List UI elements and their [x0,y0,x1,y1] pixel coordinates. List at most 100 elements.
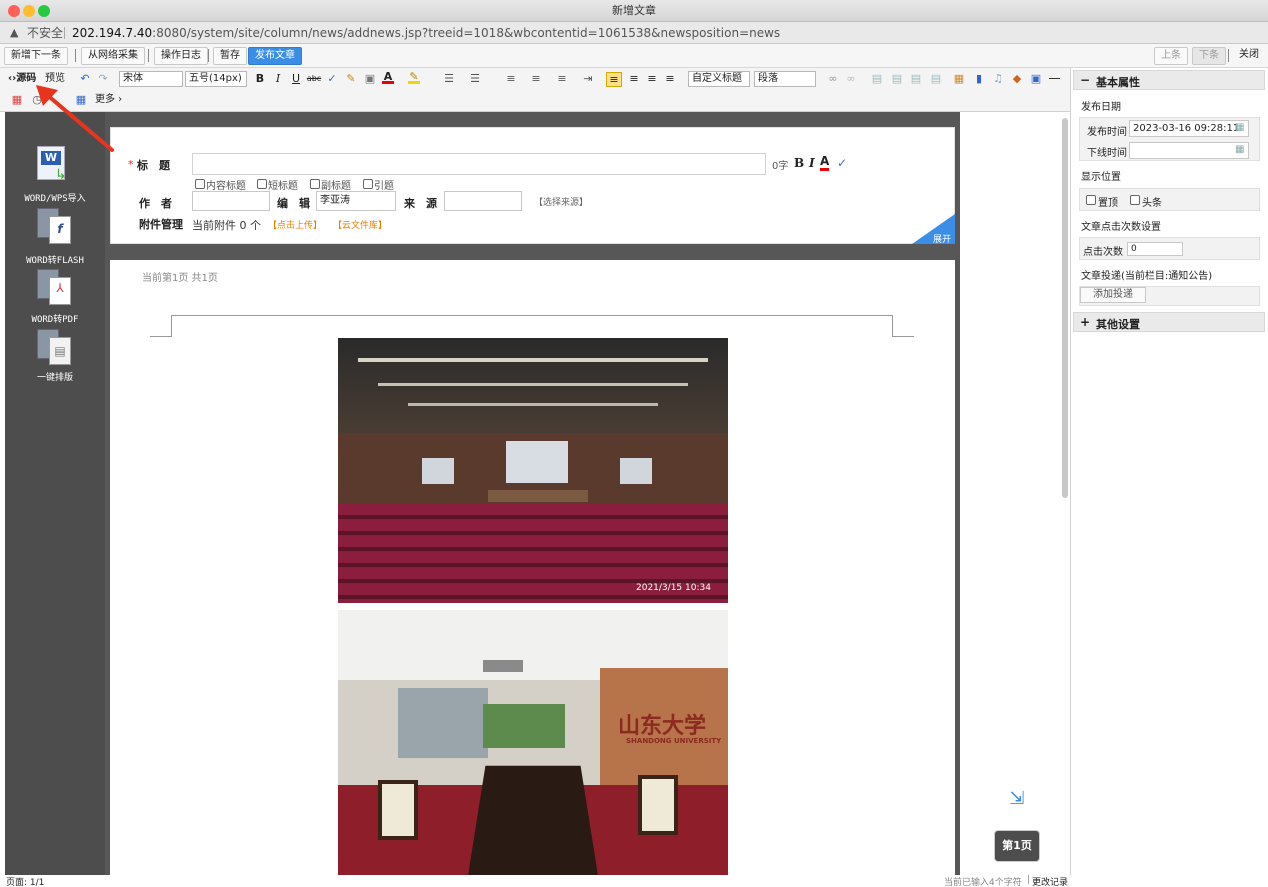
display-position-heading: 显示位置 [1081,172,1121,183]
photo-timestamp: 2021/3/15 10:34 [636,583,711,593]
clear-format-icon[interactable]: ▣ [364,73,376,85]
divider [75,49,76,62]
page-1-button[interactable]: 第1页 [994,830,1040,862]
calendar-icon[interactable]: ▦ [1235,122,1244,133]
bold-icon[interactable]: B [254,73,266,85]
title-color-icon[interactable]: A [820,155,830,171]
unordered-list-icon[interactable]: ☰ [469,73,481,85]
subtitle-checkbox[interactable] [310,179,320,189]
title-input[interactable] [192,153,766,175]
address-bar[interactable]: ▲ 不安全 202.194.7.40:8080/system/site/colu… [0,22,1268,44]
operation-log-button[interactable]: 操作日志 [154,47,208,65]
title-label: 标 题 [137,159,170,172]
minimize-window-icon[interactable] [23,5,35,17]
publish-time-input[interactable]: 2023-03-16 09:28:11 [1129,120,1249,137]
title-italic-icon[interactable]: I [809,156,815,170]
click-count-input[interactable]: 0 [1127,242,1183,256]
next-item-button[interactable]: 下条 [1192,47,1226,65]
publish-button[interactable]: 发布文章 [248,47,302,65]
font-color-icon[interactable]: A [382,70,394,84]
align-justify-icon[interactable]: ≡ [664,73,676,85]
pin-top-checkbox[interactable] [1086,195,1096,205]
close-button[interactable]: 关闭 [1233,47,1265,65]
add-next-button[interactable]: 新增下一条 [4,47,68,65]
word-to-flash-label: WORD转FLASH [26,256,84,266]
wall-lettering-sub: SHANDONG UNIVERSITY [626,737,722,745]
custom-title-select[interactable]: 自定义标题 [688,71,750,87]
title-spell-icon[interactable]: ✓ [837,156,847,170]
insert-map-icon[interactable]: ◆ [1011,73,1023,85]
underline-icon[interactable]: U [290,73,302,85]
warning-icon: ▲ [10,26,19,39]
title-bold-icon[interactable]: B [794,156,804,170]
paragraph-select[interactable]: 段落 [754,71,816,87]
insert-image-icon[interactable]: ▦ [953,73,965,85]
other-section-header[interactable]: + 其他设置 [1073,312,1265,332]
cloud-library-link[interactable]: 【云文件库】 [333,218,387,231]
row-spacing-top-icon[interactable]: ≡ [505,73,517,85]
upload-link[interactable]: 【点击上传】 [268,218,322,231]
insert-date-icon[interactable]: ▦ [11,94,23,106]
font-size-select[interactable]: 五号(14px) [185,71,247,87]
window-titlebar: 新增文章 [0,0,1268,22]
content-title-checkbox[interactable] [195,179,205,189]
align-right-icon[interactable]: ≡ [646,73,658,85]
change-log-link[interactable]: 更改记录 [1032,875,1068,887]
short-title-checkbox[interactable] [257,179,267,189]
divider [148,49,149,62]
unlink-icon[interactable]: ∞ [845,73,857,85]
row-spacing-bottom-icon[interactable]: ≡ [530,73,542,85]
insert-video-icon[interactable]: ▣ [1030,73,1042,85]
collapse-icon: − [1080,73,1091,87]
editor-scrollbar[interactable] [1062,118,1068,498]
close-window-icon[interactable] [8,5,20,17]
image-center-icon[interactable]: ▤ [910,73,922,85]
split-page-icon[interactable]: ⇲ [1006,788,1028,810]
char-status: 当前已输入4个字符 [944,878,1022,887]
source-input[interactable] [444,191,522,211]
headline-checkbox[interactable] [1130,195,1140,205]
save-draft-button[interactable]: 暂存 [213,47,247,65]
highlight-icon[interactable]: ✎ [408,70,420,84]
font-family-select[interactable]: 宋体 [119,71,183,87]
image-float-right-icon[interactable]: ▤ [891,73,903,85]
insert-music-icon[interactable]: ♫ [992,73,1004,85]
char-count: 0字 [772,161,789,172]
zoom-window-icon[interactable] [38,5,50,17]
editor-input[interactable]: 李亚涛 [316,191,396,211]
ordered-list-icon[interactable]: ☰ [443,73,455,85]
image-float-left-icon[interactable]: ▤ [871,73,883,85]
auto-format-icon[interactable]: ▤ [37,329,71,367]
offline-time-label: 下线时间 [1087,148,1127,159]
word-to-flash-icon[interactable]: f [37,208,71,246]
format-brush-icon[interactable]: ✎ [345,73,357,85]
strikethrough-icon[interactable]: abc [307,73,321,85]
align-left-icon[interactable]: ≡ [606,72,622,87]
italic-icon[interactable]: I [272,73,284,85]
offline-time-input[interactable] [1129,142,1249,159]
divider [1228,49,1229,62]
basic-section-header[interactable]: − 基本属性 [1073,70,1265,90]
security-label: 不安全 [27,26,64,40]
delivery-heading: 文章投递(当前栏目:通知公告) [1081,271,1213,282]
image-inline-icon[interactable]: ▤ [930,73,942,85]
lead-title-checkbox[interactable] [363,179,373,189]
calendar-icon[interactable]: ▦ [1235,144,1244,155]
select-source-link[interactable]: 【选择来源】 [534,195,588,208]
url-host: 202.194.7.40 [72,26,153,40]
web-collect-button[interactable]: 从网络采集 [81,47,145,65]
insert-file-icon[interactable]: ▮ [973,73,985,85]
horizontal-rule-icon[interactable] [1049,78,1060,79]
align-center-icon[interactable]: ≡ [628,73,640,85]
link-icon[interactable]: ∞ [827,73,839,85]
word-to-pdf-icon[interactable]: ⅄ [37,269,71,307]
annotation-arrow [36,85,114,152]
spellcheck-icon[interactable]: ✓ [326,73,338,85]
indent-icon[interactable]: ⇥ [582,73,594,85]
margin-corner-left [150,315,172,337]
add-delivery-button[interactable]: 添加投递 [1080,287,1146,303]
author-input[interactable] [192,191,270,211]
prev-item-button[interactable]: 上条 [1154,47,1188,65]
line-height-icon[interactable]: ≡ [556,73,568,85]
word-to-pdf-label: WORD转PDF [31,315,79,325]
